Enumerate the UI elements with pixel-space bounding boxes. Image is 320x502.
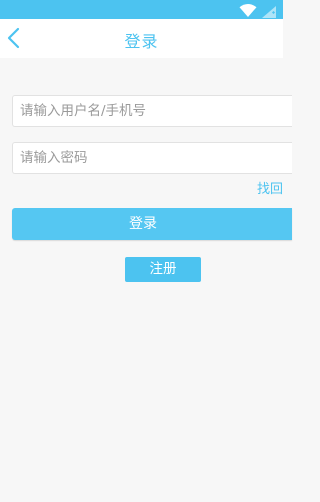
navigation-bar: 登录 [0, 19, 283, 58]
username-placeholder: 请输入用户名/手机号 [20, 103, 147, 119]
forgot-password-link[interactable]: 找回 [257, 178, 283, 197]
username-input[interactable]: 请输入用户名/手机号 [12, 95, 292, 127]
status-bar [0, 0, 283, 19]
signal-icon [262, 3, 276, 18]
password-input[interactable]: 请输入密码 [12, 142, 292, 174]
login-button[interactable]: 登录 [12, 208, 292, 240]
register-button[interactable]: 注册 [125, 257, 201, 282]
page-title: 登录 [124, 32, 159, 51]
wifi-icon [239, 2, 257, 17]
password-placeholder: 请输入密码 [20, 150, 88, 166]
